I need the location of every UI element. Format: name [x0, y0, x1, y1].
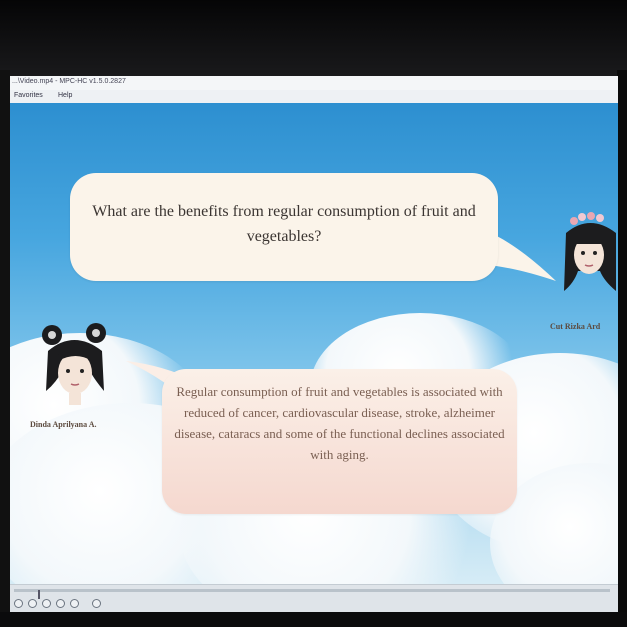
speaker-right-name: Cut Rizka Ard [550, 322, 601, 331]
menu-bar: Favorites Help [10, 90, 618, 104]
monitor-bezel-bottom [0, 612, 627, 627]
character-left-avatar [42, 323, 106, 405]
seek-thumb[interactable] [37, 590, 40, 599]
video-frame[interactable]: What are the benefits from regular consu… [10, 103, 618, 584]
question-text: What are the benefits from regular consu… [92, 203, 476, 245]
monitor-bezel-top [0, 0, 627, 78]
question-bubble: What are the benefits from regular consu… [70, 173, 498, 281]
volume-icon[interactable] [92, 599, 101, 608]
speaker-left-name: Dinda Aprilyana A. [30, 420, 97, 429]
menu-item-help[interactable]: Help [58, 92, 72, 99]
character-right-avatar [564, 212, 616, 291]
player-window: ...\Video.mp4 - MPC-HC v1.5.0.2827 Favor… [10, 76, 618, 614]
stop-icon[interactable] [14, 599, 23, 608]
monitor-bezel-right [617, 70, 627, 627]
menu-item-favorites[interactable]: Favorites [14, 92, 43, 99]
title-bar: ...\Video.mp4 - MPC-HC v1.5.0.2827 [10, 76, 618, 91]
answer-bubble: Regular consumption of fruit and vegetab… [162, 369, 517, 514]
pause-icon[interactable] [42, 599, 51, 608]
seek-bar[interactable] [14, 589, 610, 599]
player-controls [10, 584, 618, 614]
next-icon[interactable] [70, 599, 79, 608]
answer-text: Regular consumption of fruit and vegetab… [174, 384, 505, 462]
monitor-bezel-left [0, 70, 10, 627]
window-title: ...\Video.mp4 - MPC-HC v1.5.0.2827 [12, 78, 126, 85]
play-icon[interactable] [28, 599, 37, 608]
prev-icon[interactable] [56, 599, 65, 608]
